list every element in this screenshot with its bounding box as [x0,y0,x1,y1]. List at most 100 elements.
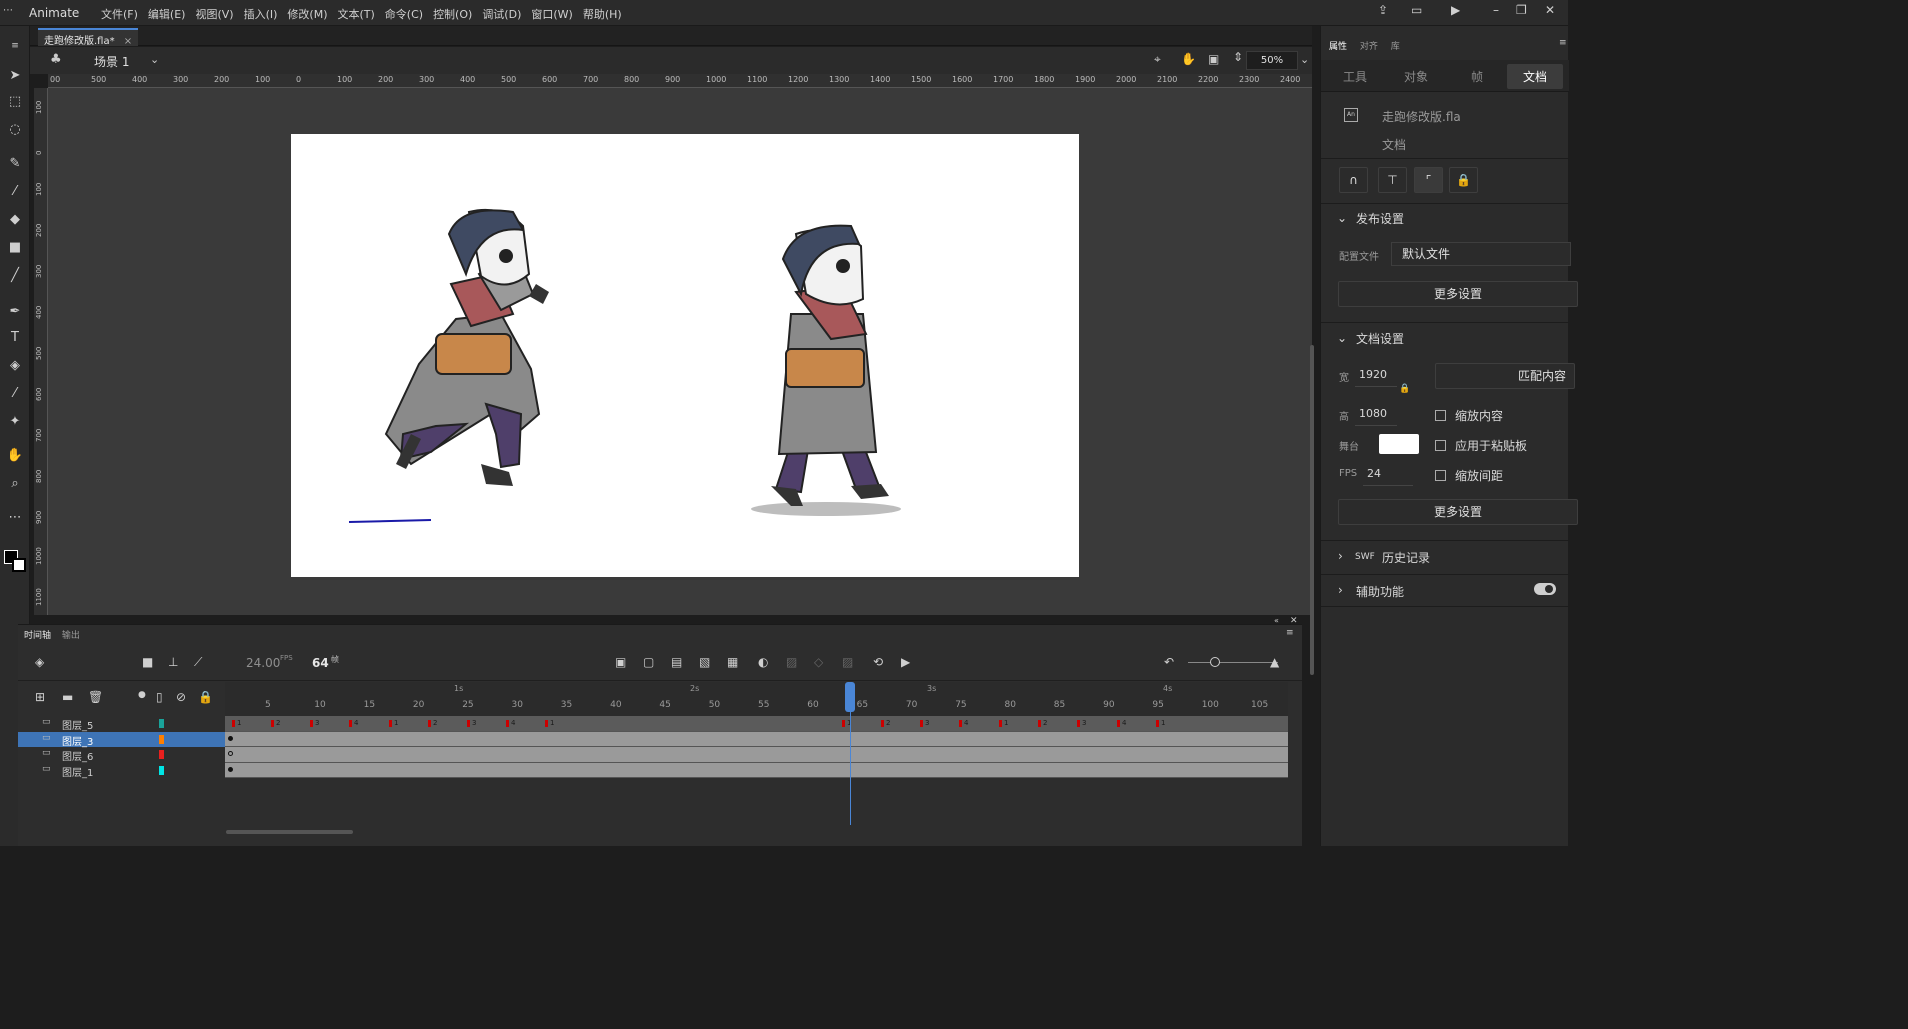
menu-text[interactable]: 文本(T) [332,6,379,22]
camera-icon[interactable]: ■ [142,655,153,669]
timeline-zoom-slider[interactable] [1188,657,1278,667]
more-tools-icon[interactable]: ⋯ [5,508,25,528]
new-layer-icon[interactable]: ⊞ [35,690,45,704]
keyframe[interactable] [228,751,233,757]
layer-name[interactable]: 图层_1 [62,764,93,779]
free-transform-tool-icon[interactable]: ⬚ [5,92,25,112]
link-dimensions-icon[interactable]: 🔒 [1399,384,1410,394]
keyframe[interactable]: 4 [348,719,358,727]
swf-chevron-icon[interactable]: › [1338,549,1343,563]
clip-stage-icon[interactable]: ▣ [1208,52,1219,66]
lasso-tool-icon[interactable]: ◌ [5,120,25,140]
keyframe[interactable]: 2 [427,719,437,727]
hide-icon[interactable]: ⊘ [176,690,186,704]
tab-document[interactable]: 文档 [1507,64,1564,89]
apply-pasteboard-checkbox[interactable] [1435,440,1446,451]
fps-field[interactable]: 24 [1367,467,1381,480]
align-icon[interactable]: ⊤ [1378,167,1407,193]
outline-icon[interactable]: ▯ [156,690,163,704]
width-value[interactable]: 1920 [1359,368,1387,381]
keyframe[interactable]: 1 [388,719,398,727]
layer-parenting-icon[interactable]: ⊥ [168,655,178,669]
keyframe[interactable]: 4 [958,719,968,727]
onion-skin-icon[interactable]: ◐ [758,655,768,669]
doc-more-settings-button[interactable]: 更多设置 [1338,499,1578,525]
scene-dropdown-icon[interactable]: ⌄ [150,53,159,66]
frame-row[interactable] [225,731,1288,748]
stage-corner-icon[interactable]: ⌜ [1414,167,1443,193]
doc-settings-chevron-icon[interactable]: ⌄ [1337,331,1347,345]
keyframe[interactable]: 4 [1116,719,1126,727]
frame-row[interactable] [225,762,1288,779]
profile-dropdown[interactable]: 默认文件 [1391,242,1571,266]
running-character[interactable] [348,208,549,523]
tab-align[interactable]: 对齐 [1360,42,1378,52]
tab-tool[interactable]: 工具 [1343,68,1367,85]
publish-settings-header[interactable]: 发布设置 [1356,210,1404,227]
edit-multiple-frames-icon[interactable]: ▨ [786,655,797,669]
keyframe[interactable]: 1 [231,719,241,727]
layers-icon[interactable]: ◈ [35,655,44,669]
zoom-in-icon[interactable]: ▲ [1270,655,1279,669]
lock-icon[interactable]: 🔒 [198,690,213,704]
layer-color-swatch[interactable] [159,719,164,728]
zoom-slider-thumb[interactable] [1210,657,1220,667]
insert-blank-keyframe-icon[interactable]: ▢ [643,655,654,669]
keyframe[interactable]: 3 [1076,719,1086,727]
selection-tool-icon[interactable]: ➤ [5,66,25,86]
fill-color-swatch[interactable] [12,558,26,572]
keyframe[interactable] [228,766,233,772]
publish-chevron-icon[interactable]: ⌄ [1337,211,1347,225]
tab-properties[interactable]: 属性 [1329,42,1347,52]
height-value[interactable]: 1080 [1359,407,1387,420]
tab-library[interactable]: 库 [1391,42,1400,52]
eraser-tool-icon[interactable]: ◆ [5,210,25,230]
menu-window[interactable]: 窗口(W) [526,6,577,22]
layer-name[interactable]: 图层_5 [62,717,93,732]
collapse-toolbar-icon[interactable]: ≡ [5,36,25,56]
auto-keyframe-icon[interactable]: ▧ [699,655,710,669]
menu-edit[interactable]: 编辑(E) [143,6,191,22]
scale-content-checkbox[interactable] [1435,410,1446,421]
keyframe[interactable]: 3 [919,719,929,727]
layer-color-swatch[interactable] [159,734,164,744]
scene-icon[interactable]: ♣ [50,52,62,67]
frame-ruler[interactable]: 1s 2s 3s 4s 5 10 15 20 25 30 35 40 45 50 55 60 65 70 7… [225,682,1288,716]
close-tab-icon[interactable]: × [124,36,132,47]
center-frame-icon[interactable]: ↶ [1164,655,1174,669]
zoom-tool-icon[interactable]: ⌕ [5,474,25,494]
menu-file[interactable]: 文件(F) [96,6,143,22]
scale-spacing-checkbox[interactable] [1435,470,1446,481]
show-all-icon[interactable]: ● [138,690,146,700]
remove-frame-icon[interactable]: ▦ [727,655,738,669]
close-icon[interactable]: ✕ [1545,3,1555,17]
zoom-field[interactable]: 50% [1246,51,1298,70]
menu-control[interactable]: 控制(O) [428,6,477,22]
keyframe[interactable]: 4 [505,719,515,727]
stage[interactable] [291,134,1079,577]
menu-commands[interactable]: 命令(C) [380,6,428,22]
timeline-menu-icon[interactable]: ≡ [1286,628,1294,638]
minimize-icon[interactable]: – [1493,3,1499,17]
keyframe[interactable] [228,735,233,741]
document-settings-header[interactable]: 文档设置 [1356,330,1404,347]
panel-close-icon[interactable]: ✕ [1290,616,1298,626]
brush-tool-icon[interactable]: ✎ [5,154,25,174]
layer-name[interactable]: 图层_6 [62,748,93,763]
panel-collapse-icon[interactable]: « [1274,616,1279,625]
text-tool-icon[interactable]: T [5,328,25,348]
play-icon[interactable]: ▶ [901,655,910,669]
menu-modify[interactable]: 修改(M) [282,6,332,22]
menu-insert[interactable]: 插入(I) [239,6,283,22]
playhead[interactable] [850,682,851,825]
menu-help[interactable]: 帮助(H) [578,6,627,22]
test-movie-icon[interactable]: ▶ [1451,3,1460,17]
publish-more-settings-button[interactable]: 更多设置 [1338,281,1578,307]
keyframe[interactable]: 3 [309,719,319,727]
fps-value[interactable]: 24.00 [246,656,280,670]
layer-row[interactable]: ▭ 图层_1 [18,763,225,779]
layer-row[interactable]: ▭ 图层_6 [18,747,225,763]
timeline-horizontal-scrollbar[interactable] [226,830,353,834]
rectangle-tool-icon[interactable]: ■ [5,238,25,258]
tab-object[interactable]: 对象 [1404,68,1428,85]
